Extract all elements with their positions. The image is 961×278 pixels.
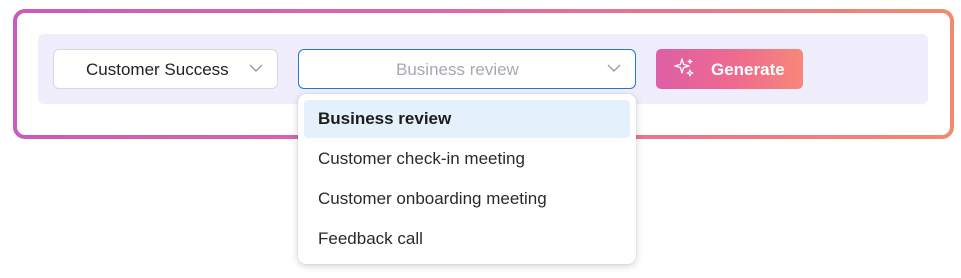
sparkle-icon bbox=[674, 58, 694, 77]
dropdown-option-business-review[interactable]: Business review bbox=[304, 100, 630, 138]
dropdown-option-customer-check-in-meeting[interactable]: Customer check-in meeting bbox=[304, 140, 630, 178]
dropdown-option-customer-onboarding-meeting[interactable]: Customer onboarding meeting bbox=[304, 180, 630, 218]
team-select[interactable]: Customer Success bbox=[53, 49, 278, 89]
template-dropdown-menu: Business review Customer check-in meetin… bbox=[298, 94, 636, 264]
generate-button-label: Generate bbox=[711, 60, 785, 79]
team-select-value: Customer Success bbox=[86, 60, 229, 79]
template-select-value: Business review bbox=[396, 60, 519, 79]
chevron-down-icon bbox=[607, 64, 621, 72]
chevron-down-icon bbox=[249, 64, 263, 72]
generate-button[interactable]: Generate bbox=[656, 49, 803, 89]
template-select[interactable]: Business review bbox=[298, 49, 636, 89]
dropdown-option-feedback-call[interactable]: Feedback call bbox=[304, 220, 630, 258]
